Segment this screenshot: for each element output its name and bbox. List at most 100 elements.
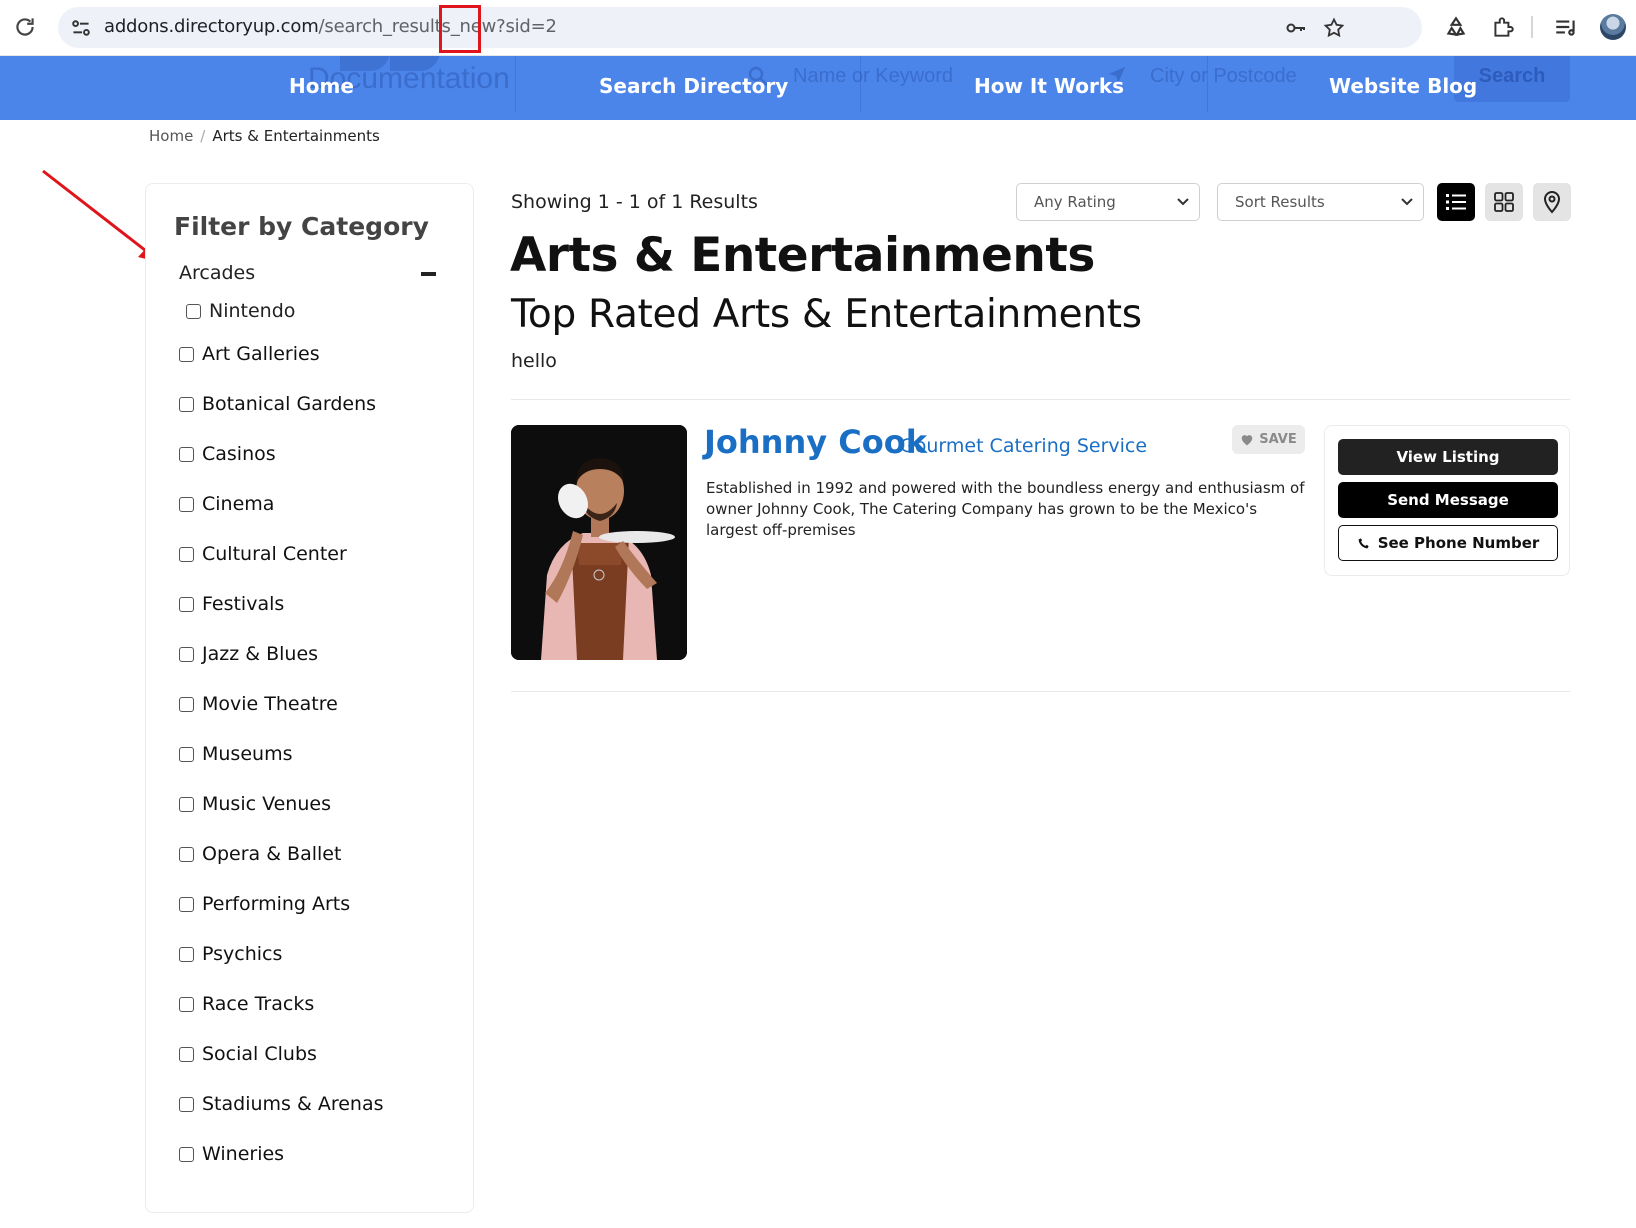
bookmark-star-icon[interactable] [1322, 16, 1346, 40]
checkbox[interactable] [179, 696, 194, 712]
category-item[interactable]: Race Tracks [179, 990, 314, 1018]
category-item[interactable]: Performing Arts [179, 890, 350, 918]
breadcrumb-home-link[interactable]: Home [149, 127, 193, 145]
checkbox[interactable] [179, 646, 194, 662]
divider [511, 691, 1570, 692]
url-text[interactable]: addons.directoryup.com/search_results_ne… [104, 16, 557, 37]
checkbox[interactable] [179, 1146, 194, 1162]
view-listing-button[interactable]: View Listing [1338, 439, 1558, 475]
page-title: Arts & Entertainments [510, 228, 1095, 283]
checkbox[interactable] [179, 896, 194, 912]
breadcrumb-separator: / [200, 127, 206, 145]
category-item[interactable]: Cultural Center [179, 540, 347, 568]
checkbox[interactable] [179, 496, 194, 512]
view-listing-label: View Listing [1396, 448, 1500, 466]
checkbox[interactable] [179, 446, 194, 462]
category-label: Social Clubs [202, 1043, 317, 1065]
category-item[interactable]: Festivals [179, 590, 284, 618]
checkbox[interactable] [186, 303, 201, 319]
checkbox[interactable] [179, 946, 194, 962]
nav-website-blog-link[interactable]: Website Blog [1329, 74, 1477, 98]
reading-list-icon[interactable] [1553, 14, 1579, 40]
main-navigation: Documentation Name or Keyword City or Po… [0, 56, 1636, 120]
checkbox[interactable] [179, 1046, 194, 1062]
nav-how-it-works-link[interactable]: How It Works [974, 74, 1124, 98]
divider [511, 399, 1570, 400]
recycle-extension-icon[interactable] [1443, 14, 1469, 40]
checkbox[interactable] [179, 346, 194, 362]
address-bar[interactable]: addons.directoryup.com/search_results_ne… [58, 7, 1422, 48]
category-item[interactable]: Psychics [179, 940, 282, 968]
category-item[interactable]: Casinos [179, 440, 276, 468]
chef-photo-image [511, 425, 687, 660]
category-label: Casinos [202, 443, 276, 465]
category-item[interactable]: Stadiums & Arenas [179, 1090, 384, 1118]
category-item[interactable]: Opera & Ballet [179, 840, 341, 868]
site-info-icon[interactable] [68, 15, 94, 41]
checkbox[interactable] [179, 846, 194, 862]
category-label: Wineries [202, 1143, 285, 1165]
nav-home-link[interactable]: Home [289, 74, 354, 98]
page-description: hello [511, 350, 557, 372]
phone-icon [1358, 537, 1369, 548]
category-item[interactable]: Jazz & Blues [179, 640, 318, 668]
category-label: Music Venues [202, 793, 331, 815]
listing-name-link[interactable]: Johnny Cook [704, 423, 927, 461]
category-label: Stadiums & Arenas [202, 1093, 384, 1115]
list-view-button[interactable] [1437, 183, 1475, 221]
grid-icon [1494, 192, 1514, 212]
breadcrumb-current: Arts & Entertainments [212, 127, 380, 145]
subcategory-item[interactable]: Nintendo [186, 297, 295, 325]
results-count: Showing 1 - 1 of 1 Results [511, 191, 758, 213]
breadcrumb: Home / Arts & Entertainments [149, 127, 380, 145]
category-label: Art Galleries [202, 343, 320, 365]
url-highlight-box [439, 5, 481, 53]
send-message-label: Send Message [1387, 491, 1509, 509]
reload-icon[interactable] [12, 14, 38, 40]
category-item[interactable]: Music Venues [179, 790, 331, 818]
category-label: Cinema [202, 493, 275, 515]
checkbox[interactable] [179, 546, 194, 562]
rating-select-value: Any Rating [1034, 193, 1116, 211]
see-phone-number-button[interactable]: See Phone Number [1338, 525, 1558, 561]
collapse-minus-icon[interactable] [421, 272, 436, 276]
checkbox[interactable] [179, 1096, 194, 1112]
sort-select[interactable]: Sort Results [1217, 183, 1424, 221]
category-label: Museums [202, 743, 293, 765]
category-item[interactable]: Cinema [179, 490, 274, 518]
checkbox[interactable] [179, 596, 194, 612]
password-key-icon[interactable] [1284, 16, 1308, 40]
checkbox[interactable] [179, 396, 194, 412]
listing-actions-panel: View Listing Send Message See Phone Numb… [1324, 425, 1570, 576]
grid-view-button[interactable] [1485, 183, 1523, 221]
filter-title: Filter by Category [174, 212, 429, 241]
toolbar-separator [1531, 16, 1533, 38]
heart-icon [1241, 435, 1253, 446]
category-item[interactable]: Social Clubs [179, 1040, 317, 1068]
checkbox[interactable] [179, 746, 194, 762]
send-message-button[interactable]: Send Message [1338, 482, 1558, 518]
listing-photo[interactable] [511, 425, 687, 660]
nav-search-directory-link[interactable]: Search Directory [599, 74, 788, 98]
listing-description: Established in 1992 and powered with the… [706, 479, 1305, 539]
save-button[interactable]: SAVE [1232, 425, 1305, 454]
category-label: Festivals [202, 593, 285, 615]
map-view-button[interactable] [1533, 183, 1571, 221]
rating-select[interactable]: Any Rating [1016, 183, 1200, 221]
category-label: Botanical Gardens [202, 393, 377, 415]
category-filter-panel: Filter by Category Arcades Nintendo Art … [145, 183, 474, 1213]
checkbox[interactable] [179, 996, 194, 1012]
category-item[interactable]: Movie Theatre [179, 690, 338, 718]
extensions-puzzle-icon[interactable] [1490, 14, 1516, 40]
sort-select-value: Sort Results [1235, 193, 1325, 211]
category-group-arcades[interactable]: Arcades [179, 262, 255, 284]
category-item[interactable]: Art Galleries [179, 340, 320, 368]
checkbox[interactable] [179, 796, 194, 812]
listing-subtitle-link[interactable]: Gourmet Catering Service [900, 435, 1147, 457]
profile-avatar[interactable] [1600, 14, 1626, 40]
category-item[interactable]: Botanical Gardens [179, 390, 376, 418]
category-item[interactable]: Museums [179, 740, 292, 768]
category-item[interactable]: Wineries [179, 1140, 284, 1168]
category-label: Movie Theatre [202, 693, 338, 715]
browser-toolbar: addons.directoryup.com/search_results_ne… [0, 0, 1636, 56]
